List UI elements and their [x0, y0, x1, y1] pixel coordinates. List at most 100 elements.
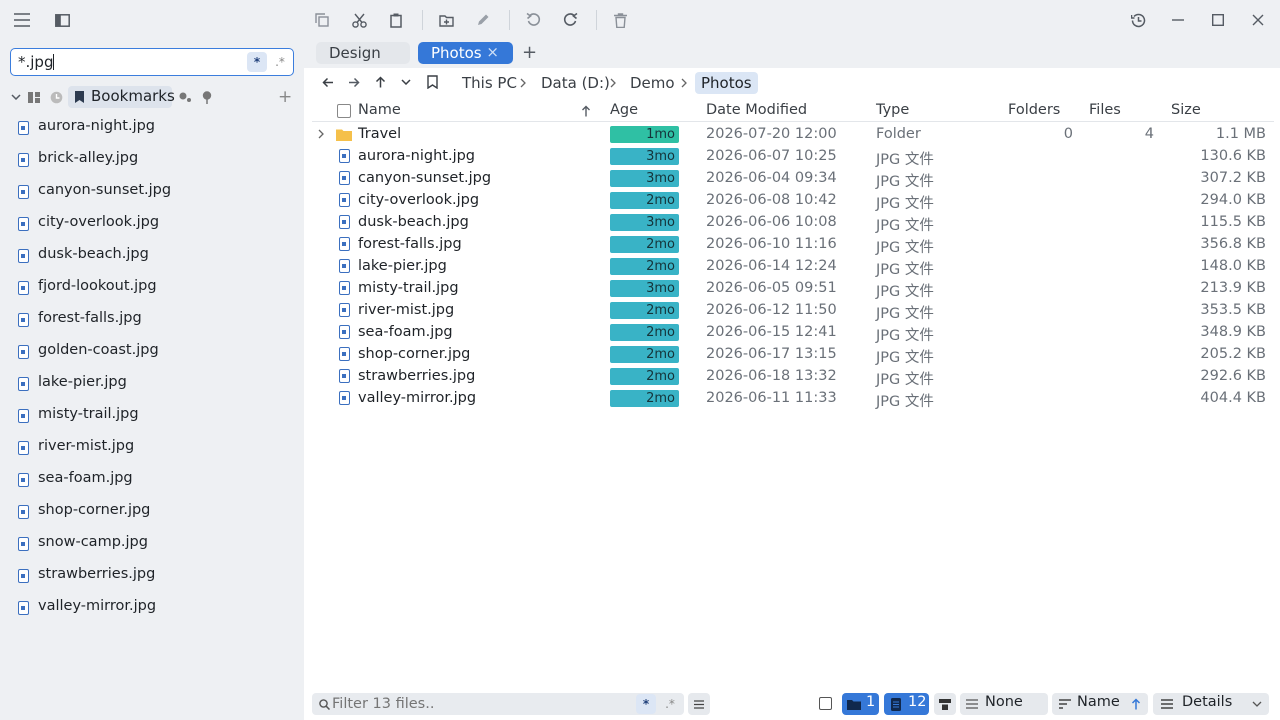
tab-photos[interactable]: Photos × — [418, 42, 513, 64]
breadcrumb-data-d[interactable]: Data (D:) — [541, 73, 610, 93]
close-icon[interactable] — [1248, 10, 1268, 30]
age-badge: 2mo — [610, 368, 679, 385]
sidebar-file-item[interactable]: aurora-night.jpg — [0, 112, 304, 144]
sidebar-file-item[interactable]: strawberries.jpg — [0, 560, 304, 592]
select-checkbox[interactable] — [819, 697, 832, 710]
search-field[interactable]: *.jpg * .* — [10, 48, 294, 76]
up-arrow-icon[interactable] — [372, 74, 388, 90]
forward-arrow-icon[interactable] — [346, 74, 362, 90]
file-row[interactable]: shop-corner.jpg 2mo 2026-06-17 13:15 JPG 文件… — [304, 343, 1280, 366]
sidebar-file-item[interactable]: valley-mirror.jpg — [0, 592, 304, 624]
file-row[interactable]: city-overlook.jpg 2mo 2026-06-08 10:42 JPG … — [304, 189, 1280, 212]
column-folders[interactable]: Folders — [1008, 102, 1060, 118]
new-folder-icon[interactable] — [436, 10, 456, 30]
grid-view-icon[interactable] — [27, 90, 41, 104]
history-icon[interactable] — [1128, 10, 1148, 30]
filter-field[interactable]: * .* — [312, 693, 684, 715]
column-name[interactable]: Name — [358, 102, 401, 118]
chevron-down-icon[interactable] — [9, 90, 23, 104]
search-input[interactable]: *.jpg — [18, 53, 55, 71]
breadcrumb-photos[interactable]: Photos — [695, 72, 758, 94]
folder-count: 1 — [866, 694, 876, 710]
file-row[interactable]: dusk-beach.jpg 3mo 2026-06-06 10:08 JPG 文件 1… — [304, 211, 1280, 234]
sidebar-file-item[interactable]: brick-alley.jpg — [0, 144, 304, 176]
undo-icon[interactable] — [523, 9, 543, 29]
column-size[interactable]: Size — [1171, 102, 1201, 118]
view-mode-button[interactable]: Details — [1153, 693, 1269, 715]
file-date: 2026-06-07 10:25 — [706, 148, 837, 164]
filter-options-button[interactable] — [688, 693, 710, 715]
minimize-icon[interactable] — [1168, 10, 1188, 30]
sidebar-file-item[interactable]: canyon-sunset.jpg — [0, 176, 304, 208]
filter-wildcard-button[interactable]: * — [636, 694, 656, 714]
file-row[interactable]: aurora-night.jpg 3mo 2026-06-07 10:25 JPG 文… — [304, 145, 1280, 168]
close-tab-icon[interactable]: × — [486, 43, 499, 61]
header-divider — [312, 121, 1274, 122]
redo-icon[interactable] — [560, 9, 580, 29]
sidebar-file-item[interactable]: dusk-beach.jpg — [0, 240, 304, 272]
tags-icon[interactable] — [178, 90, 192, 104]
file-row[interactable]: strawberries.jpg 2mo 2026-06-18 13:32 JPG 文… — [304, 365, 1280, 388]
group-by-button[interactable]: None — [960, 693, 1048, 715]
sidebar-file-label: valley-mirror.jpg — [38, 598, 157, 614]
add-bookmark-button[interactable]: + — [278, 87, 292, 107]
sidebar-file-item[interactable]: sea-foam.jpg — [0, 464, 304, 496]
sidebar-file-item[interactable]: shop-corner.jpg — [0, 496, 304, 528]
breadcrumb-this-pc[interactable]: This PC — [462, 73, 517, 93]
file-row[interactable]: valley-mirror.jpg 2mo 2026-06-11 11:33 JPG … — [304, 387, 1280, 410]
expand-chevron-icon[interactable] — [316, 128, 326, 140]
sort-ascending-icon[interactable] — [580, 105, 592, 117]
toggle-panel-icon[interactable] — [52, 10, 72, 30]
bookmarks-tab[interactable]: Bookmarks — [68, 86, 175, 108]
menu-icon[interactable] — [12, 10, 32, 30]
folder-row[interactable]: Travel 1mo 2026-07-20 12:00 Folder 0 4 1.1 MB — [304, 123, 1280, 145]
sidebar-file-item[interactable]: golden-coast.jpg — [0, 336, 304, 368]
history-icon[interactable] — [49, 90, 63, 104]
file-row[interactable]: lake-pier.jpg 2mo 2026-06-14 12:24 JPG 文件 14… — [304, 255, 1280, 278]
file-row[interactable]: forest-falls.jpg 2mo 2026-06-10 11:16 JPG 文… — [304, 233, 1280, 256]
file-size: 148.0 KB — [1200, 258, 1266, 274]
sidebar-file-item[interactable]: fjord-lookout.jpg — [0, 272, 304, 304]
file-row[interactable]: sea-foam.jpg 2mo 2026-06-15 12:41 JPG 文件 348… — [304, 321, 1280, 344]
filter-regex-button[interactable]: .* — [660, 694, 680, 714]
sort-by-button[interactable]: Name — [1052, 693, 1148, 715]
select-all-checkbox[interactable] — [337, 104, 351, 118]
maximize-icon[interactable] — [1208, 10, 1228, 30]
folder-count-badge[interactable]: 1 — [842, 693, 879, 715]
wildcard-toggle-button[interactable]: * — [247, 52, 267, 72]
sidebar-file-item[interactable]: misty-trail.jpg — [0, 400, 304, 432]
file-row[interactable]: river-mist.jpg 2mo 2026-06-12 11:50 JPG 文件 3… — [304, 299, 1280, 322]
sidebar-file-label: aurora-night.jpg — [38, 118, 156, 134]
bookmark-icon[interactable] — [424, 74, 440, 90]
file-row[interactable]: canyon-sunset.jpg 3mo 2026-06-04 09:34 JPG … — [304, 167, 1280, 190]
sidebar-file-item[interactable]: snow-camp.jpg — [0, 528, 304, 560]
chevron-down-icon[interactable] — [398, 74, 414, 90]
image-file-icon — [339, 193, 350, 207]
column-files[interactable]: Files — [1089, 102, 1121, 118]
breadcrumb-demo[interactable]: Demo — [630, 73, 675, 93]
tab-design[interactable]: Design — [316, 42, 410, 64]
sidebar-file-item[interactable]: forest-falls.jpg — [0, 304, 304, 336]
file-date: 2026-06-04 09:34 — [706, 170, 837, 186]
cut-icon[interactable] — [349, 10, 369, 30]
regex-toggle-button[interactable]: .* — [270, 52, 290, 72]
column-type[interactable]: Type — [876, 102, 909, 118]
rename-icon[interactable] — [473, 10, 493, 30]
file-row[interactable]: misty-trail.jpg 3mo 2026-06-05 09:51 JPG 文件… — [304, 277, 1280, 300]
new-tab-button[interactable]: + — [522, 42, 537, 63]
sidebar-file-label: golden-coast.jpg — [38, 342, 159, 358]
pin-icon[interactable] — [200, 90, 214, 104]
sidebar-file-item[interactable]: lake-pier.jpg — [0, 368, 304, 400]
back-arrow-icon[interactable] — [320, 74, 336, 90]
copy-icon[interactable] — [312, 10, 332, 30]
column-date-modified[interactable]: Date Modified — [706, 102, 807, 118]
column-age[interactable]: Age — [610, 102, 638, 118]
delete-icon[interactable] — [610, 10, 630, 30]
paste-icon[interactable] — [386, 10, 406, 30]
sidebar-file-item[interactable]: river-mist.jpg — [0, 432, 304, 464]
preview-pane-button[interactable] — [934, 693, 956, 715]
filter-input[interactable] — [332, 694, 622, 714]
file-count-badge[interactable]: 12 — [884, 693, 929, 715]
sidebar-file-label: shop-corner.jpg — [38, 502, 151, 518]
sidebar-file-item[interactable]: city-overlook.jpg — [0, 208, 304, 240]
